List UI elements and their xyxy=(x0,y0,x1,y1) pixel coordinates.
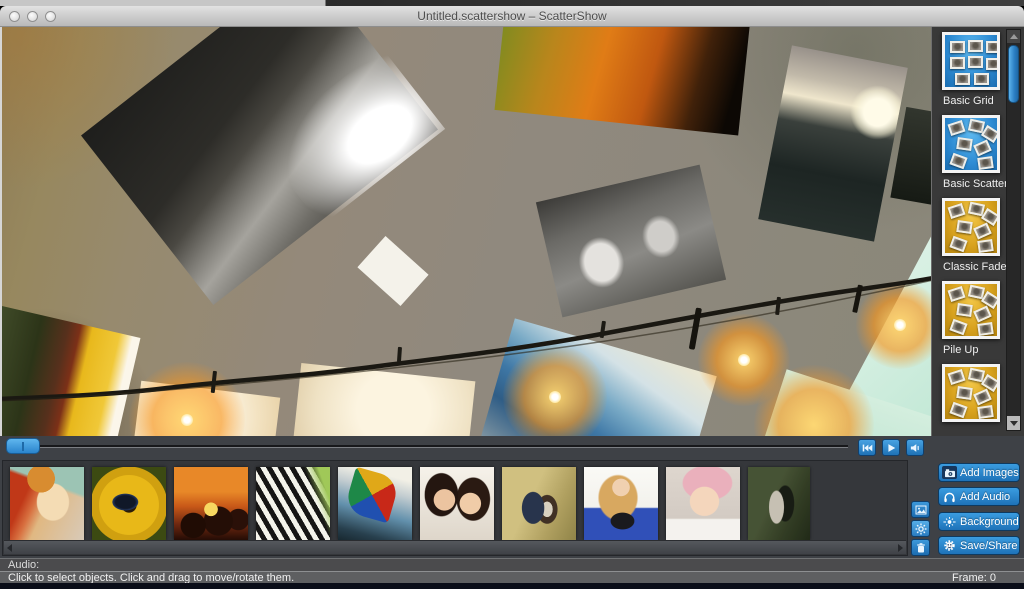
template-label: Basic Scatter xyxy=(943,178,1008,190)
string-of-lights xyxy=(2,27,931,436)
filmstrip-thumbnail[interactable] xyxy=(420,467,494,540)
filmstrip-row xyxy=(3,461,907,540)
background-button[interactable]: Background xyxy=(938,512,1020,531)
skip-to-start-icon xyxy=(861,442,873,454)
delete-button[interactable] xyxy=(911,539,930,556)
add-images-button[interactable]: Add Images xyxy=(938,463,1020,482)
reorder-images-button[interactable] xyxy=(911,501,930,518)
scattershow-window: Untitled.scattershow – ScatterShow xyxy=(0,0,1024,589)
starburst-icon xyxy=(942,539,957,552)
filmstrip-thumbnail[interactable] xyxy=(584,467,658,540)
template-thumbnail[interactable] xyxy=(942,281,1000,339)
timeline-track[interactable] xyxy=(6,445,848,448)
preview-canvas[interactable] xyxy=(0,27,931,436)
skip-to-start-button[interactable] xyxy=(858,439,876,456)
template-thumbnail[interactable] xyxy=(942,32,1000,90)
scroll-right-icon[interactable] xyxy=(898,544,903,552)
trash-icon xyxy=(915,542,927,554)
template-thumbnail[interactable] xyxy=(942,364,1000,422)
save-share-button[interactable]: Save/Share xyxy=(938,536,1020,555)
audio-label: Audio: xyxy=(8,559,39,571)
filmstrip xyxy=(2,460,908,556)
image-icon xyxy=(915,504,927,516)
template-item-classic-fade[interactable]: Classic Fade xyxy=(932,198,1008,273)
template-item-basic-grid[interactable]: Basic Grid xyxy=(932,32,1008,107)
filmstrip-thumbnail[interactable] xyxy=(10,467,84,540)
template-scrollbar[interactable] xyxy=(1006,29,1021,431)
play-icon xyxy=(885,442,897,454)
button-label: Background xyxy=(960,516,1019,528)
template-item-pile-up[interactable]: Pile Up xyxy=(932,281,1008,356)
window-title: Untitled.scattershow – ScatterShow xyxy=(0,9,1024,23)
template-item-basic-scatter[interactable]: Basic Scatter xyxy=(932,115,1008,190)
filmstrip-thumbnail[interactable] xyxy=(748,467,810,540)
template-label: Basic Grid xyxy=(943,95,1008,107)
settings-button[interactable] xyxy=(911,520,930,537)
chevron-up-icon xyxy=(1010,34,1018,39)
scroll-up-button[interactable] xyxy=(1007,30,1020,43)
scroll-left-icon[interactable] xyxy=(7,544,12,552)
filmstrip-thumbnail[interactable] xyxy=(92,467,166,540)
template-label: Classic Fade xyxy=(943,261,1008,273)
template-list: Basic Grid Basic Scatter Classic Fade xyxy=(932,27,1008,433)
volume-icon xyxy=(909,442,921,454)
filmstrip-thumbnail[interactable] xyxy=(338,467,412,540)
filmstrip-thumbnail[interactable] xyxy=(256,467,330,540)
chevron-down-icon xyxy=(1010,421,1018,426)
template-sidebar: Basic Grid Basic Scatter Classic Fade xyxy=(931,27,1024,436)
filmstrip-scrollbar[interactable] xyxy=(4,540,906,554)
template-item-partial[interactable] xyxy=(932,364,1008,422)
scroll-down-button[interactable] xyxy=(1007,416,1020,430)
sun-icon xyxy=(942,515,957,528)
titlebar[interactable]: Untitled.scattershow – ScatterShow xyxy=(0,6,1024,27)
filmstrip-thumbnail[interactable] xyxy=(174,467,248,540)
bottom-panel: Add Images Add Audio xyxy=(0,436,1024,558)
hint-status-bar: Click to select objects. Click and drag … xyxy=(0,571,1024,583)
filmstrip-thumbnail[interactable] xyxy=(502,467,576,540)
gear-icon xyxy=(915,523,927,535)
add-audio-button[interactable]: Add Audio xyxy=(938,487,1020,506)
camera-icon xyxy=(942,466,957,479)
timeline-scrubber[interactable] xyxy=(6,438,40,454)
audio-status-bar: Audio: xyxy=(0,558,1024,571)
scrollbar-thumb[interactable] xyxy=(1008,45,1019,103)
headphones-icon xyxy=(942,490,957,503)
filmstrip-thumbnail[interactable] xyxy=(666,467,740,540)
play-button[interactable] xyxy=(882,439,900,456)
template-thumbnail[interactable] xyxy=(942,198,1000,256)
button-label: Add Images xyxy=(960,467,1019,479)
desktop-edge xyxy=(0,583,1024,589)
template-thumbnail[interactable] xyxy=(942,115,1000,173)
button-label: Save/Share xyxy=(960,540,1017,552)
button-label: Add Audio xyxy=(960,491,1010,503)
template-label: Pile Up xyxy=(943,344,1008,356)
volume-button[interactable] xyxy=(906,439,924,456)
